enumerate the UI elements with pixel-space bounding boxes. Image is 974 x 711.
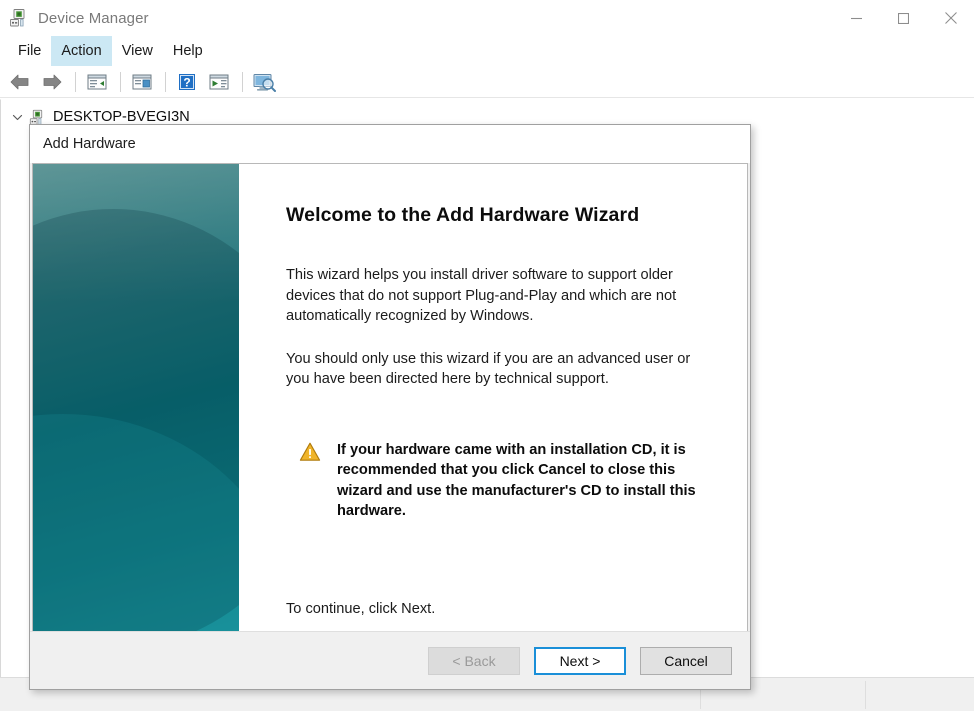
wizard-continue-text: To continue, click Next. bbox=[286, 601, 436, 617]
dialog-body: Welcome to the Add Hardware Wizard This … bbox=[32, 163, 748, 631]
menu-file[interactable]: File bbox=[8, 36, 51, 66]
tree-root-label: DESKTOP-BVEGI3N bbox=[53, 109, 190, 125]
wizard-content-pane: Welcome to the Add Hardware Wizard This … bbox=[239, 164, 747, 631]
back-button[interactable]: < Back bbox=[428, 646, 520, 675]
toolbar-separator bbox=[120, 71, 121, 92]
dialog-titlebar: Add Hardware bbox=[30, 125, 750, 163]
menu-view[interactable]: View bbox=[112, 36, 163, 66]
wizard-banner-image bbox=[33, 164, 239, 631]
wizard-warning-block: If your hardware came with an installati… bbox=[299, 440, 717, 522]
computer-icon bbox=[29, 109, 46, 126]
device-manager-icon bbox=[9, 8, 29, 28]
dialog-title: Add Hardware bbox=[43, 136, 136, 152]
menubar: File Action View Help bbox=[0, 36, 974, 66]
next-button[interactable]: Next > bbox=[534, 646, 626, 675]
close-button[interactable] bbox=[927, 0, 974, 36]
scan-for-hardware-changes-icon[interactable] bbox=[204, 69, 234, 95]
menu-action[interactable]: Action bbox=[51, 36, 112, 66]
wizard-heading: Welcome to the Add Hardware Wizard bbox=[286, 204, 640, 226]
warning-triangle-icon bbox=[299, 441, 321, 463]
toolbar-separator bbox=[75, 71, 76, 92]
window-controls bbox=[833, 0, 974, 36]
add-hardware-wizard-dialog: Add Hardware Welcome to the Add Hardware… bbox=[29, 124, 751, 690]
toolbar-separator bbox=[242, 71, 243, 92]
wizard-paragraph-1: This wizard helps you install driver sof… bbox=[286, 267, 677, 324]
toolbar-separator bbox=[165, 71, 166, 92]
help-icon[interactable]: ? bbox=[172, 69, 202, 95]
status-bar-divider bbox=[865, 681, 866, 709]
wizard-warning-text: If your hardware came with an installati… bbox=[337, 441, 696, 520]
window-title: Device Manager bbox=[38, 9, 149, 27]
chevron-down-icon[interactable] bbox=[9, 109, 25, 125]
back-icon[interactable] bbox=[5, 69, 35, 95]
cancel-button[interactable]: Cancel bbox=[640, 646, 732, 675]
show-hide-console-tree-icon[interactable] bbox=[82, 69, 112, 95]
toolbar: ? bbox=[0, 66, 974, 98]
device-manager-window: Device Manager File Action View Help ? D… bbox=[0, 0, 974, 711]
dialog-button-bar: < Back Next > Cancel bbox=[30, 631, 750, 689]
properties-icon[interactable] bbox=[127, 69, 157, 95]
forward-icon[interactable] bbox=[37, 69, 67, 95]
menu-help[interactable]: Help bbox=[163, 36, 213, 66]
add-legacy-hardware-icon[interactable] bbox=[249, 69, 279, 95]
window-titlebar: Device Manager bbox=[0, 0, 974, 36]
maximize-button[interactable] bbox=[880, 0, 927, 36]
wizard-paragraph-2: You should only use this wizard if you a… bbox=[286, 350, 691, 388]
svg-text:?: ? bbox=[183, 75, 190, 89]
minimize-button[interactable] bbox=[833, 0, 880, 36]
